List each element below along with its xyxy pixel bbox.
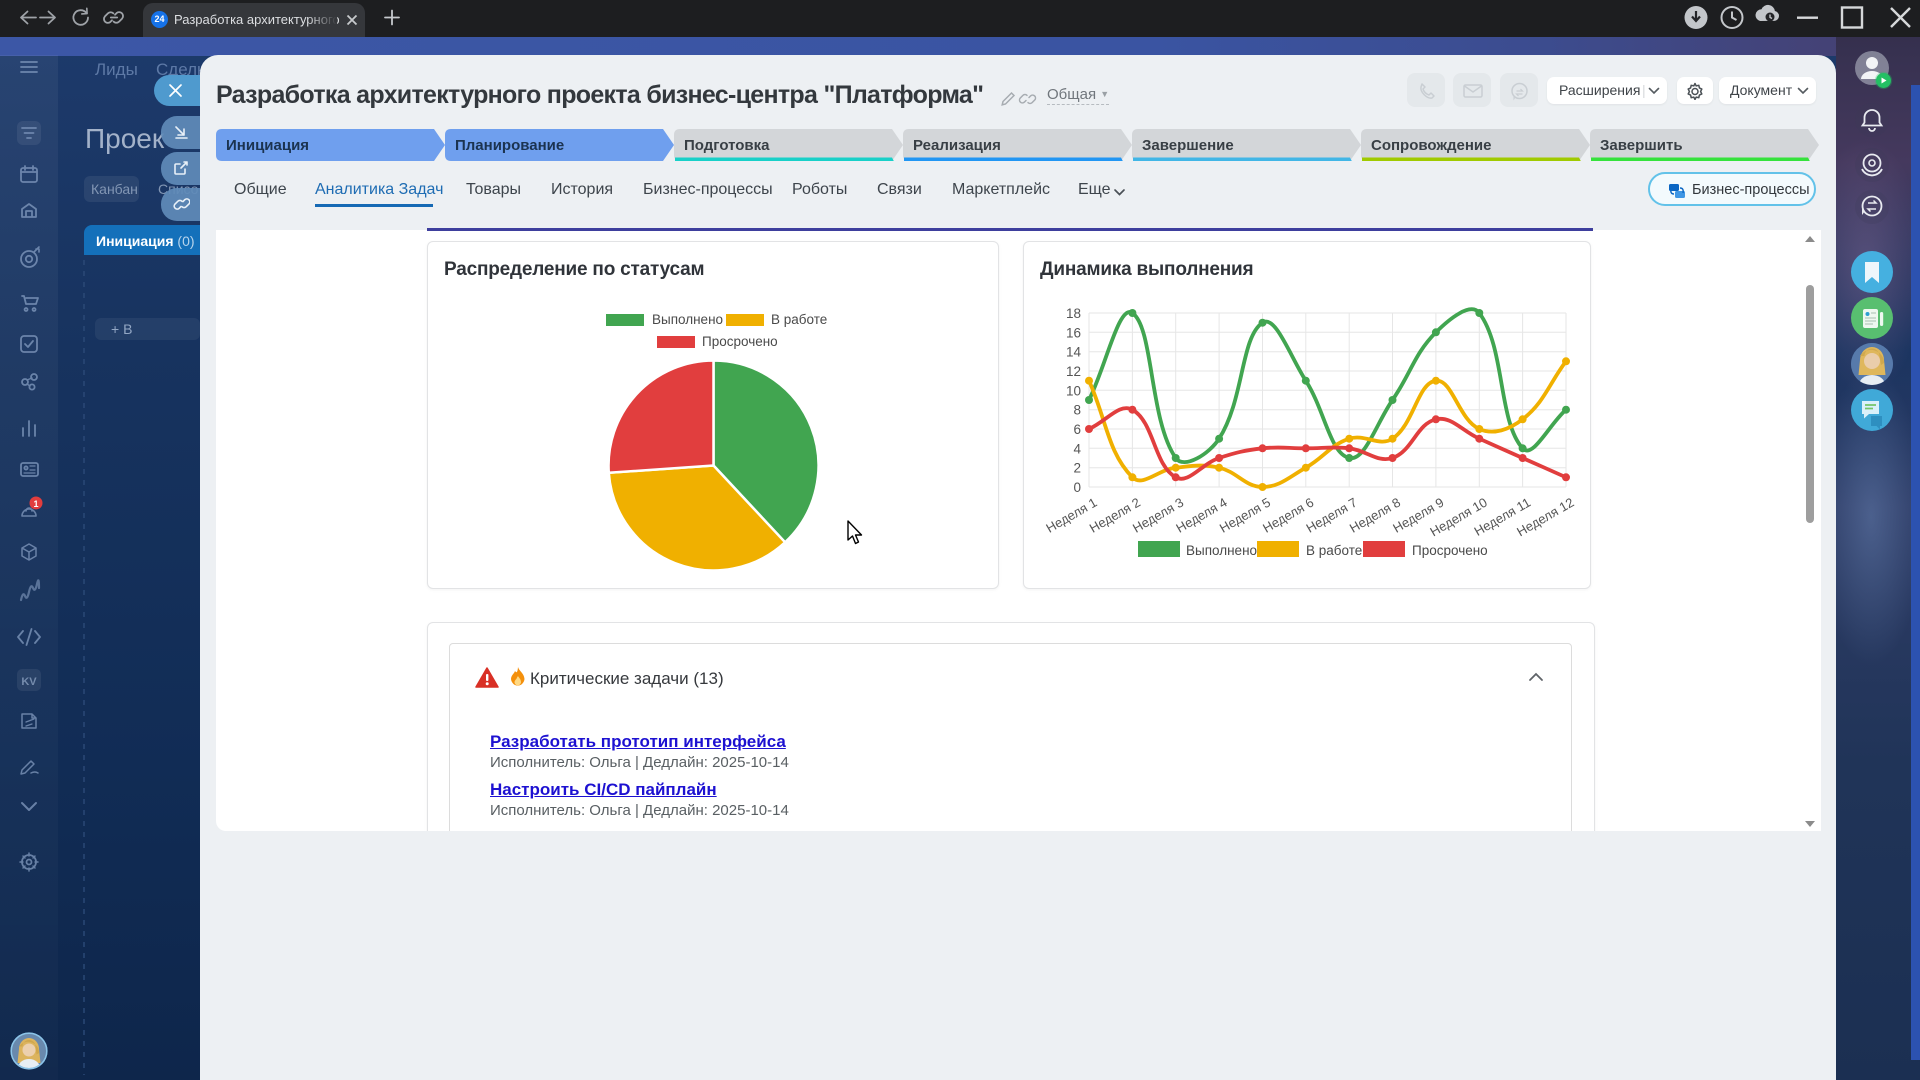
svg-text:8: 8 (1073, 403, 1081, 418)
svg-text:Реализация: Реализация (913, 137, 1001, 154)
svg-text:10: 10 (1066, 383, 1081, 398)
svg-text:4: 4 (1073, 441, 1081, 456)
svg-text:Планирование: Планирование (455, 137, 564, 154)
svg-text:Подготовка: Подготовка (684, 137, 770, 154)
svg-text:Выполнено: Выполнено (1186, 543, 1257, 558)
svg-text:Просрочено: Просрочено (1412, 543, 1488, 558)
svg-text:2: 2 (1073, 461, 1081, 476)
svg-text:1: 1 (33, 499, 38, 509)
svg-text:Сопровождение: Сопровождение (1371, 137, 1492, 154)
svg-text:В работе: В работе (1306, 543, 1362, 558)
svg-text:14: 14 (1066, 345, 1082, 360)
svg-text:KV: KV (21, 676, 37, 688)
svg-text:0: 0 (1073, 480, 1081, 495)
svg-text:16: 16 (1066, 325, 1081, 340)
svg-text:Инициация: Инициация (226, 137, 309, 154)
svg-text:Завершение: Завершение (1142, 137, 1234, 154)
svg-text:12: 12 (1066, 364, 1081, 379)
svg-text:6: 6 (1073, 422, 1081, 437)
svg-text:Завершить: Завершить (1600, 137, 1683, 154)
svg-text:18: 18 (1066, 306, 1081, 321)
